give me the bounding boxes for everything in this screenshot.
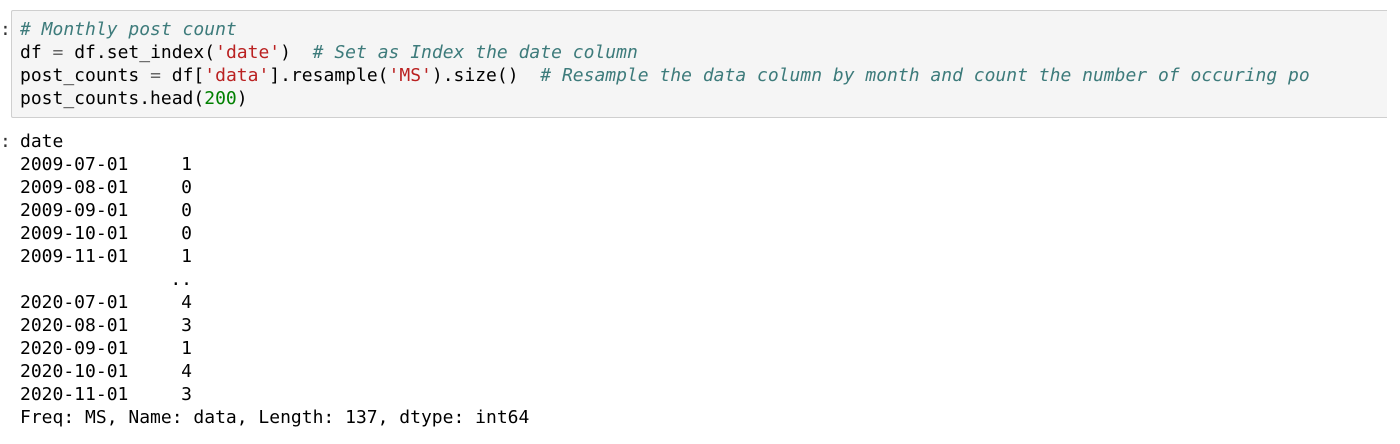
code-line-2: df = df.set_index('date') # Set as Index…: [20, 41, 1310, 64]
output-text: date 2009-07-01 1 2009-08-01 0 2009-09-01 0 200…: [20, 130, 1390, 429]
code-comment: # Resample the data column by month and …: [540, 65, 1310, 86]
code-line-1: # Monthly post count: [20, 18, 1310, 41]
output-date: 2009-09-01: [20, 200, 129, 221]
output-row: 2020-09-01 1: [20, 337, 1390, 360]
output-count: 1: [181, 246, 192, 267]
output-row: 2009-11-01 1: [20, 245, 1390, 268]
input-prompt: :: [0, 18, 8, 41]
code-comment: # Monthly post count: [20, 19, 237, 40]
code-token: post_counts: [20, 65, 140, 86]
code-cell-input[interactable]: # Monthly post count df = df.set_index('d…: [11, 10, 1387, 118]
code-line-3: post_counts = df['data'].resample('MS').…: [20, 64, 1310, 87]
code-token: ): [236, 88, 248, 109]
output-count: 0: [181, 200, 192, 221]
code-token: df: [20, 42, 42, 63]
code-token: df[: [171, 65, 205, 86]
code-token: ].resample(: [269, 65, 389, 86]
output-date: 2020-10-01: [20, 361, 129, 382]
output-footer: Freq: MS, Name: data, Length: 137, dtype…: [20, 407, 530, 428]
output-row: 2009-09-01 0: [20, 199, 1390, 222]
code-operator: =: [52, 42, 64, 63]
output-row: 2020-08-01 3: [20, 314, 1390, 337]
code-comment: # Set as Index the date column: [312, 42, 638, 63]
code-token: post_counts.head(: [20, 88, 205, 109]
code-string: 'data': [204, 65, 270, 86]
code-string: 'MS': [388, 65, 432, 86]
output-row: 2020-10-01 4: [20, 360, 1390, 383]
output-date: 2009-11-01: [20, 246, 129, 267]
code-operator: =: [150, 65, 161, 86]
output-date: 2009-07-01: [20, 154, 129, 175]
output-count: 0: [181, 223, 192, 244]
output-row: 2020-07-01 4: [20, 291, 1390, 314]
output-date: 2020-08-01: [20, 315, 129, 336]
code-token: ): [280, 42, 291, 63]
output-prompt: :: [0, 130, 8, 153]
code-cell-output: date 2009-07-01 1 2009-08-01 0 2009-09-01 0 200…: [20, 130, 1390, 440]
output-count: 1: [181, 338, 192, 359]
code-number: 200: [204, 88, 237, 109]
output-date: 2009-08-01: [20, 177, 129, 198]
output-count: 3: [181, 384, 192, 405]
output-date: 2020-11-01: [20, 384, 129, 405]
output-header: date: [20, 131, 64, 152]
output-row: 2009-07-01 1: [20, 153, 1390, 176]
output-count: 4: [181, 292, 192, 313]
output-row: 2020-11-01 3: [20, 383, 1390, 406]
output-date: 2020-09-01: [20, 338, 129, 359]
code-token: ).size(): [431, 65, 519, 86]
output-count: 3: [181, 315, 192, 336]
output-ellipsis: ..: [170, 269, 192, 290]
output-count: 0: [181, 177, 192, 198]
output-row: 2009-10-01 0: [20, 222, 1390, 245]
output-count: 4: [181, 361, 192, 382]
output-count: 1: [181, 154, 192, 175]
output-row: 2009-08-01 0: [20, 176, 1390, 199]
code-line-4: post_counts.head(200): [20, 87, 1310, 110]
output-date: 2020-07-01: [20, 292, 129, 313]
code-token: df.set_index(: [74, 42, 216, 63]
output-ellipsis-row: ..: [20, 268, 1390, 291]
code-string: 'date': [215, 42, 281, 63]
output-date: 2009-10-01: [20, 223, 129, 244]
code-editor[interactable]: # Monthly post count df = df.set_index('d…: [20, 18, 1310, 110]
